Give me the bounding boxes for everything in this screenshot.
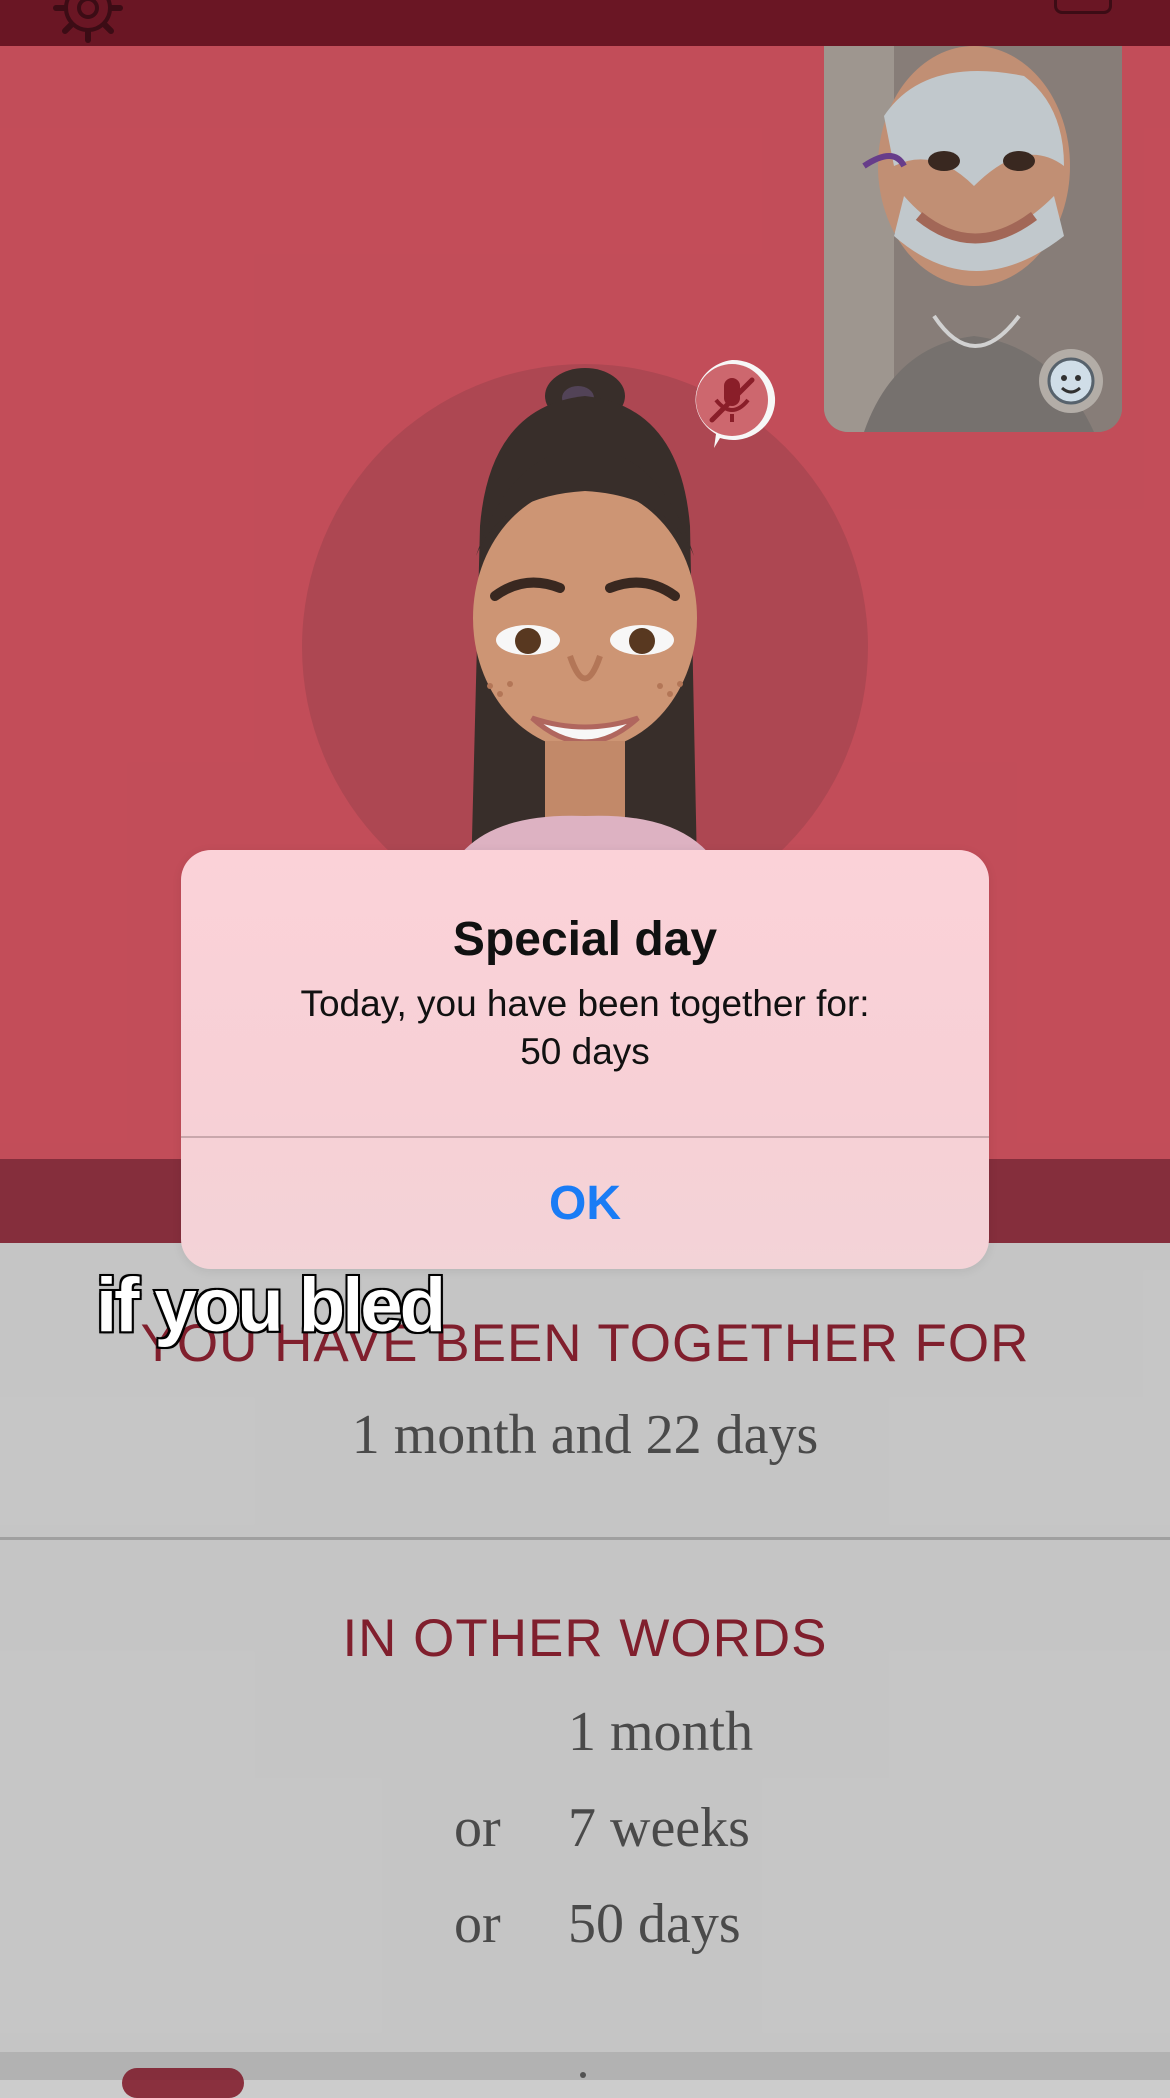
row-prefix: or [454, 1893, 501, 1955]
in-other-words-heading: IN OTHER WORDS [342, 1609, 828, 1668]
row-value: 1 month [568, 1701, 754, 1763]
mic-muted-icon [684, 354, 780, 455]
ok-button[interactable]: OK [181, 1138, 989, 1269]
top-bar [0, 0, 1170, 46]
special-day-alert: Special day Today, you have been togethe… [181, 850, 989, 1269]
video-caption: if you bled [94, 1261, 448, 1350]
gear-icon[interactable] [52, 0, 124, 46]
tab-indicator-dot [580, 2072, 586, 2078]
alert-message: Today, you have been together for: 50 da… [300, 983, 870, 1072]
bottom-tab-bar [0, 2052, 1170, 2098]
header-title [420, 0, 780, 8]
emoji-face-icon[interactable] [1036, 346, 1106, 421]
list-item: 1 month [0, 1700, 1170, 1770]
row-value: 50 days [568, 1893, 741, 1955]
row-value: 7 weeks [568, 1797, 750, 1859]
tab-active-indicator[interactable] [122, 2068, 244, 2098]
self-video-pip[interactable] [824, 46, 1122, 432]
row-prefix: or [454, 1797, 501, 1859]
together-duration: 1 month and 22 days [351, 1404, 819, 1466]
list-item: or 50 days [0, 1892, 1170, 1962]
list-item: or 7 weeks [0, 1796, 1170, 1866]
chat-icon[interactable] [1054, 0, 1112, 14]
in-other-words-section: IN OTHER WORDS 1 month or 7 weeks or 50 … [0, 1540, 1170, 2052]
alert-title: Special day [452, 913, 718, 966]
